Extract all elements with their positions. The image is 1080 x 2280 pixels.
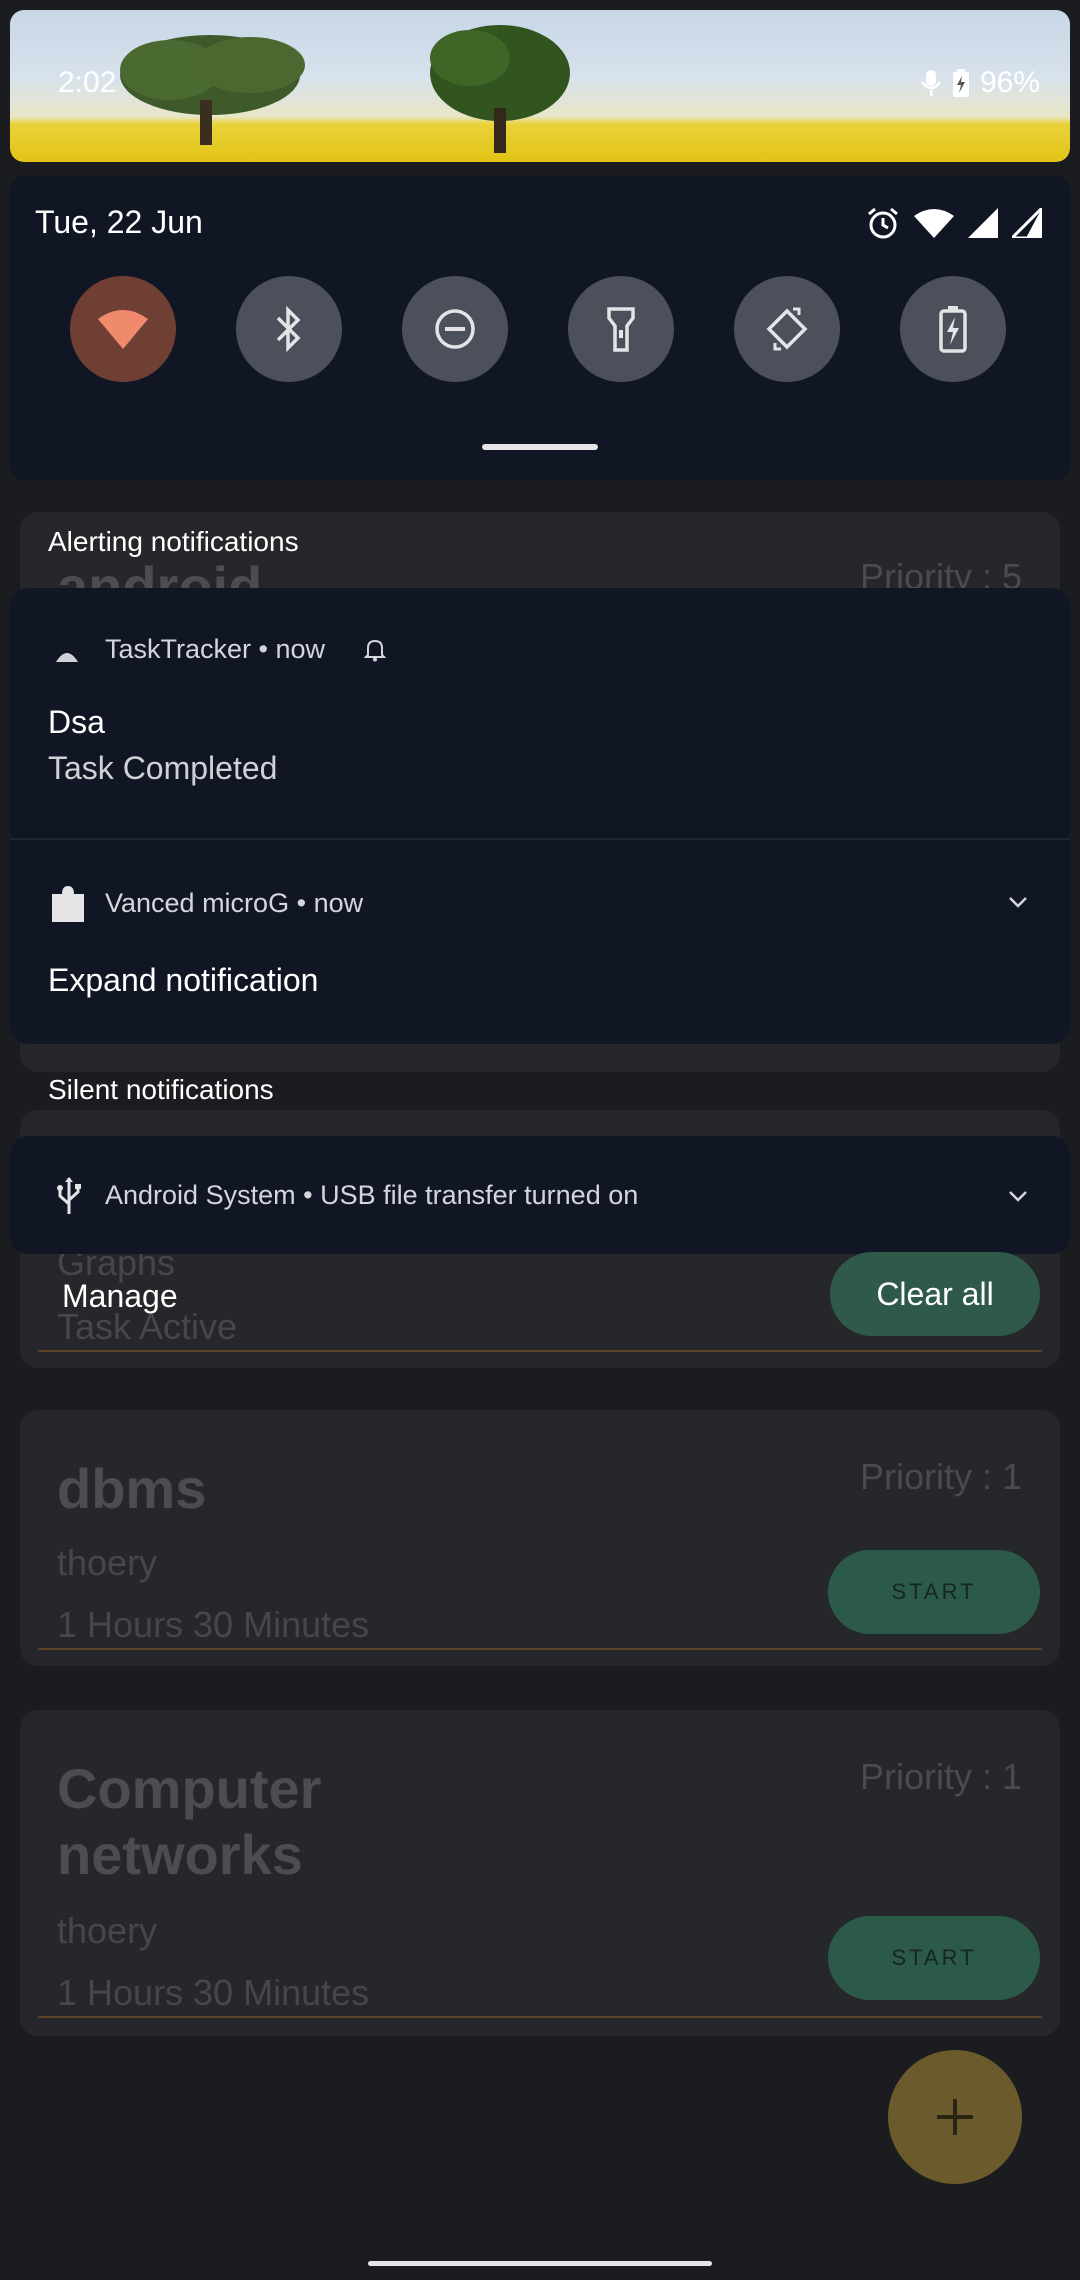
qs-status-icons: [866, 206, 1042, 240]
bell-icon: [364, 639, 386, 662]
add-task-button[interactable]: [888, 2050, 1022, 2184]
manage-button[interactable]: Manage: [62, 1278, 178, 1315]
status-time: 2:02: [58, 66, 117, 99]
signal-icon: [1012, 208, 1042, 238]
notification-app-name: Android System: [105, 1180, 296, 1210]
notification-app-line: Android System • USB file transfer turne…: [105, 1180, 639, 1210]
tree-icon: [120, 35, 305, 145]
qs-drag-handle[interactable]: [482, 444, 598, 450]
notification-tasktracker[interactable]: TaskTracker • now Dsa Task Completed: [10, 588, 1070, 838]
card-title: Computer networks: [57, 1757, 322, 1886]
card-title: dbms: [57, 1457, 207, 1520]
bluetooth-tile[interactable]: [236, 276, 342, 382]
notification-title: Dsa: [48, 704, 105, 740]
wifi-icon: [914, 209, 954, 238]
silent-notifications-group: Android System • USB file transfer turne…: [10, 1136, 1070, 1254]
status-icons: 96%: [920, 66, 1040, 100]
wifi-icon: [98, 310, 148, 349]
wifi-tile[interactable]: [70, 276, 176, 382]
chevron-down-icon[interactable]: [1006, 894, 1030, 910]
card-description: thoery: [57, 1910, 158, 1951]
puzzle-piece-icon: [52, 886, 84, 922]
notification-app-line: TaskTracker • now: [105, 634, 326, 664]
task-card-dbms[interactable]: dbms Priority : 1 thoery 1 Hours 30 Minu…: [20, 1410, 1060, 1666]
notification-text: Task Completed: [48, 750, 278, 786]
microphone-icon: [920, 70, 941, 96]
start-button[interactable]: START: [828, 1916, 1040, 2000]
notification-android-system[interactable]: Android System • USB file transfer turne…: [10, 1136, 1070, 1254]
card-divider: [38, 2016, 1042, 2018]
flashlight-tile[interactable]: [568, 276, 674, 382]
clear-all-button[interactable]: Clear all: [830, 1252, 1040, 1336]
tree-icon: [430, 25, 570, 153]
usb-icon: [57, 1177, 81, 1214]
start-button[interactable]: START: [828, 1550, 1040, 1634]
card-divider: [38, 1350, 1042, 1352]
notification-time: now: [275, 634, 326, 664]
chevron-down-icon[interactable]: [1006, 1188, 1030, 1204]
card-priority: Priority : 1: [859, 1456, 1022, 1497]
alerting-notifications-header: Alerting notifications: [48, 526, 299, 557]
notification-text: USB file transfer turned on: [320, 1180, 639, 1210]
qs-date[interactable]: Tue, 22 Jun: [35, 204, 203, 241]
do-not-disturb-tile[interactable]: [402, 276, 508, 382]
notification-app-line: Vanced microG • now: [105, 888, 364, 918]
notification-vanced-microg[interactable]: Vanced microG • now Expand notification: [10, 840, 1070, 1044]
bluetooth-icon: [276, 306, 301, 352]
auto-rotate-icon: [766, 307, 808, 351]
card-description: thoery: [57, 1542, 158, 1583]
android-icon: [56, 653, 78, 662]
home-gesture-bar[interactable]: [368, 2261, 712, 2266]
flashlight-icon: [607, 307, 635, 352]
notification-text: Expand notification: [48, 962, 319, 998]
signal-icon: [968, 208, 998, 238]
battery-charging-icon: [952, 69, 969, 97]
battery-saver-tile[interactable]: [900, 276, 1006, 382]
do-not-disturb-icon: [435, 309, 475, 349]
plus-icon: [937, 2099, 973, 2135]
alerting-notifications-group: TaskTracker • now Dsa Task Completed Van…: [10, 588, 1070, 1044]
screen: android Priority : 5 Graphs Task Active …: [0, 0, 1080, 2280]
card-duration: 1 Hours 30 Minutes: [57, 1972, 370, 2013]
alarm-icon: [868, 207, 898, 239]
battery-percentage: 96%: [979, 66, 1040, 99]
battery-saver-icon: [939, 306, 967, 353]
card-divider: [38, 1648, 1042, 1650]
notification-app-name: TaskTracker: [105, 634, 252, 664]
card-duration: 1 Hours 30 Minutes: [57, 1604, 370, 1645]
auto-rotate-tile[interactable]: [734, 276, 840, 382]
task-card-computer-networks[interactable]: Computer networks Priority : 1 thoery 1 …: [20, 1710, 1060, 2036]
notification-time: now: [313, 888, 364, 918]
status-bar-wallpaper: [10, 10, 1070, 162]
silent-notifications-header: Silent notifications: [48, 1074, 274, 1105]
quick-settings-panel: Tue, 22 Jun: [10, 176, 1070, 480]
card-priority: Priority : 1: [859, 1756, 1022, 1797]
notification-app-name: Vanced microG: [105, 888, 290, 918]
